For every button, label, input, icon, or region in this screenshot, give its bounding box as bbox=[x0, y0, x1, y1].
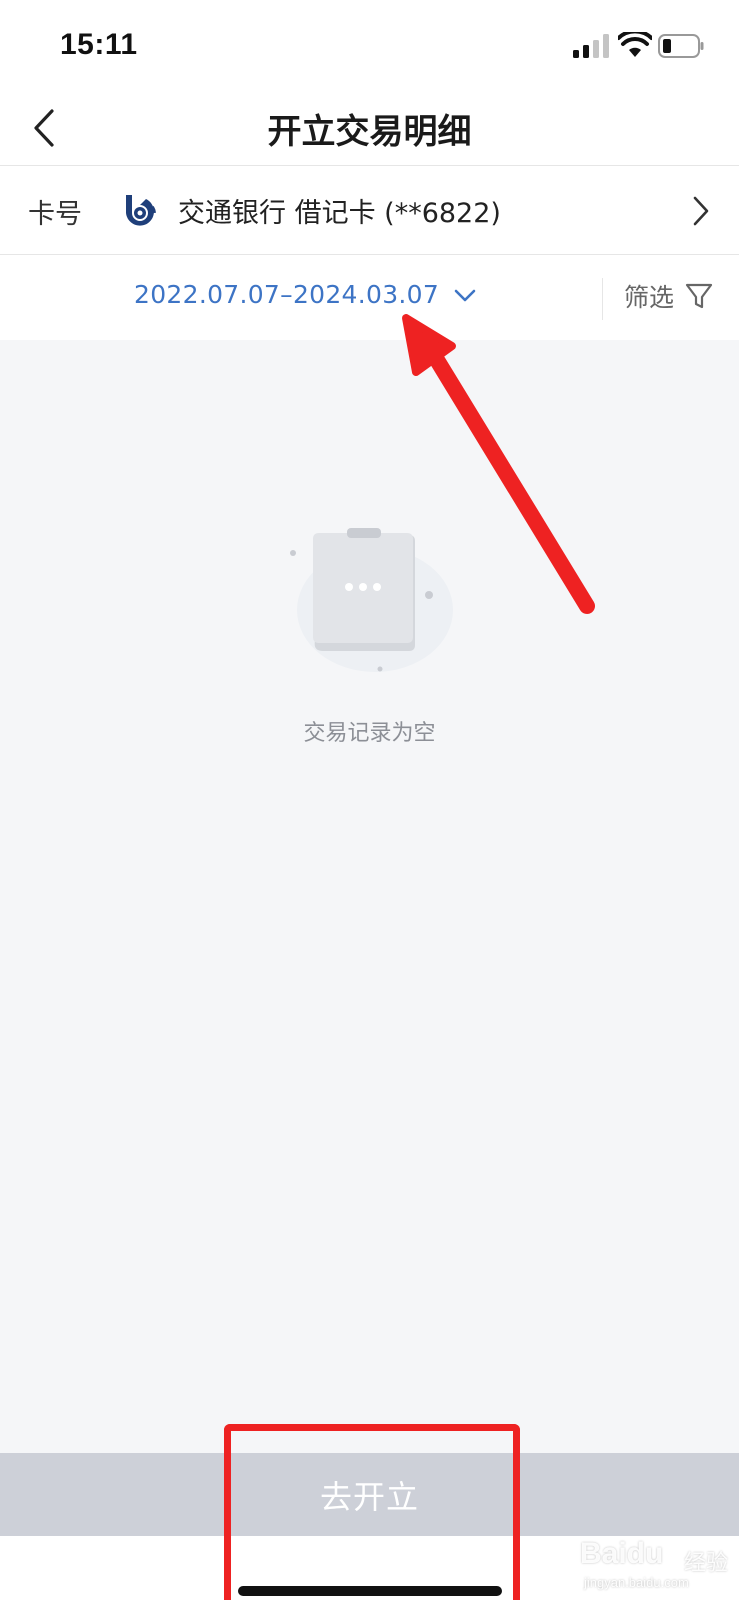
open-statement-label: 去开立 bbox=[319, 1477, 419, 1516]
wifi-icon bbox=[618, 32, 652, 57]
empty-state-text: 交易记录为空 bbox=[303, 721, 436, 746]
card-selector[interactable]: 卡号 交通银行 借记卡 (**6822) bbox=[0, 167, 739, 255]
filter-row: 2022.07.07–2024.03.07 筛选 bbox=[0, 256, 739, 340]
bank-logo-icon bbox=[126, 195, 156, 226]
chevron-down-icon bbox=[454, 289, 476, 301]
open-statement-button[interactable]: 去开立 bbox=[0, 1453, 739, 1536]
home-indicator bbox=[238, 1586, 502, 1596]
date-range-picker[interactable]: 2022.07.07–2024.03.07 bbox=[134, 280, 477, 309]
page-title: 开立交易明细 bbox=[267, 112, 472, 152]
status-time: 15:11 bbox=[60, 28, 138, 61]
chevron-right-icon bbox=[693, 196, 709, 226]
watermark-brand: Baidu bbox=[580, 1537, 664, 1570]
status-bar: 15:11 bbox=[0, 0, 739, 90]
filter-button[interactable]: 筛选 bbox=[624, 278, 714, 314]
filter-label: 筛选 bbox=[624, 283, 675, 312]
signal-icon bbox=[573, 34, 609, 58]
watermark-domain: jingyan.baidu.com bbox=[584, 1575, 689, 1590]
empty-document-icon bbox=[290, 528, 453, 672]
battery-icon bbox=[658, 34, 704, 58]
funnel-icon bbox=[685, 283, 713, 309]
watermark-sub: 经验 bbox=[684, 1551, 729, 1576]
divider bbox=[602, 278, 603, 320]
date-range-text: 2022.07.07–2024.03.07 bbox=[134, 280, 440, 309]
nav-bar: 开立交易明细 bbox=[0, 90, 739, 166]
baidu-watermark: Baidu 经验 jingyan.baidu.com bbox=[580, 1535, 730, 1595]
transaction-list: 交易记录为空 bbox=[0, 340, 739, 1453]
card-info: 交通银行 借记卡 (**6822) bbox=[178, 198, 501, 229]
card-label: 卡号 bbox=[28, 199, 82, 230]
